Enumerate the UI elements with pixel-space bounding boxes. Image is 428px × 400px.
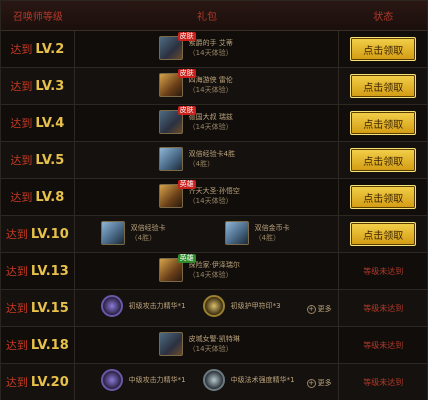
status-text: 等级未达到 xyxy=(363,266,404,276)
gift-cell: 中级攻击力精华*1 中级法术强度精华*1 + 更多 xyxy=(75,364,340,400)
table-header: 召唤师等级 礼包 状态 xyxy=(1,1,427,31)
skin-tag: 皮肤 xyxy=(177,32,196,41)
hero-tag: 英雄 xyxy=(177,180,196,189)
table-row: 达到 LV.2 皮肤 索爵的手 艾蒂 （14天体验） 点击领取 xyxy=(1,31,427,68)
table-row: 达到 LV.3 皮肤 四海游侠 雷伦 （14天体验） 点击领取 xyxy=(1,68,427,105)
gift-name: 双倍金币卡 xyxy=(254,224,290,232)
level-value: LV.5 xyxy=(35,152,65,168)
more-link[interactable]: + 更多 xyxy=(306,304,332,314)
skin-icon: 皮肤 xyxy=(158,32,196,60)
level-value: LV.10 xyxy=(30,226,69,242)
gift-cell: 双倍经验卡4胜 （4胜） xyxy=(75,142,340,178)
skin-tag: 皮肤 xyxy=(177,106,196,115)
table-row: 达到 LV.15 初级攻击力精华*1 初级护甲符印*3 + 更多 等级未达到 xyxy=(1,290,427,327)
gift-cell: 皮肤 索爵的手 艾蒂 （14天体验） xyxy=(75,31,340,67)
hero-icon: 英雄 xyxy=(158,180,196,208)
level-cell: 达到 LV.18 xyxy=(1,327,75,363)
skin-icon xyxy=(158,332,183,356)
gift-sub: （14天体验） xyxy=(188,49,233,57)
table-row: 达到 LV.18 皮城女警·凯特琳 （14天体验） 等级未达到 xyxy=(1,327,427,364)
gift-cell: 双倍经验卡 （4胜） 双倍金币卡 （4胜） xyxy=(75,216,340,252)
level-cell: 达到 LV.5 xyxy=(1,142,75,178)
level-reward-table: 召唤师等级 礼包 状态 达到 LV.2 皮肤 索爵的手 艾蒂 （14天体验） 点击领… xyxy=(0,0,428,400)
table-row: 达到 LV.4 皮肤 德国大叔 瑞兹 （14天体验） 点击领取 xyxy=(1,105,427,142)
level-value: LV.4 xyxy=(35,115,65,131)
gift-sub: （14天体验） xyxy=(188,197,233,205)
level-value: LV.3 xyxy=(35,78,65,94)
plus-icon: + xyxy=(306,304,316,314)
gift-name: 探险家·伊泽瑞尔 xyxy=(188,261,240,269)
plus-icon: + xyxy=(306,378,316,388)
skin-icon: 皮肤 xyxy=(158,69,196,97)
header-gift: 礼包 xyxy=(197,12,218,23)
level-cell: 达到 LV.3 xyxy=(1,68,75,104)
status-text: 等级未达到 xyxy=(363,377,404,387)
table-row: 达到 LV.13 英雄 探险家·伊泽瑞尔 （14天体验） 等级未达到 xyxy=(1,253,427,290)
claim-button[interactable]: 点击领取 xyxy=(350,148,417,172)
exp-card-icon xyxy=(100,221,125,245)
gift-name: 初级护甲符印*3 xyxy=(230,302,281,310)
claim-button[interactable]: 点击领取 xyxy=(350,111,417,135)
claim-button[interactable]: 点击领取 xyxy=(350,37,417,61)
table-row: 达到 LV.20 中级攻击力精华*1 中级法术强度精华*1 + 更多 等级未达到 xyxy=(1,364,427,400)
claim-button[interactable]: 点击领取 xyxy=(350,222,417,246)
status-text: 等级未达到 xyxy=(363,340,404,350)
table-row: 达到 LV.10 双倍经验卡 （4胜） 双倍金币卡 （4胜） 点击领取 xyxy=(1,216,427,253)
exp-card-icon xyxy=(158,147,183,171)
header-level: 召唤师等级 xyxy=(12,12,63,23)
level-cell: 达到 LV.2 xyxy=(1,31,75,67)
gift-cell: 初级攻击力精华*1 初级护甲符印*3 + 更多 xyxy=(75,290,340,326)
table-row: 达到 LV.5 双倍经验卡4胜 （4胜） 点击领取 xyxy=(1,142,427,179)
status-text: 等级未达到 xyxy=(363,303,404,313)
level-value: LV.13 xyxy=(30,263,69,279)
gift-sub: （4胜） xyxy=(188,160,215,168)
claim-button[interactable]: 点击领取 xyxy=(350,74,417,98)
hero-tag: 英雄 xyxy=(177,254,196,263)
level-value: LV.20 xyxy=(30,374,69,390)
gift-cell: 皮肤 德国大叔 瑞兹 （14天体验） xyxy=(75,105,340,141)
gift-cell: 英雄 探险家·伊泽瑞尔 （14天体验） xyxy=(75,253,340,289)
gift-sub: （4胜） xyxy=(254,234,281,242)
more-link[interactable]: + 更多 xyxy=(306,378,332,388)
gift-name: 中级法术强度精华*1 xyxy=(230,376,295,384)
gift-sub: （14天体验） xyxy=(188,271,233,279)
gift-name: 双倍经验卡4胜 xyxy=(188,150,236,158)
gift-name: 中级攻击力精华*1 xyxy=(128,376,186,384)
level-value: LV.8 xyxy=(35,189,65,205)
gift-name: 齐天大圣·孙悟空 xyxy=(188,187,240,195)
gift-name: 双倍经验卡 xyxy=(130,224,166,232)
rune-icon xyxy=(100,369,123,391)
gift-sub: （14天体验） xyxy=(188,123,233,131)
level-cell: 达到 LV.4 xyxy=(1,105,75,141)
rune-icon xyxy=(202,295,225,317)
gift-name: 初级攻击力精华*1 xyxy=(128,302,186,310)
gold-card-icon xyxy=(224,221,249,245)
claim-button[interactable]: 点击领取 xyxy=(350,185,417,209)
gift-cell: 英雄 齐天大圣·孙悟空 （14天体验） xyxy=(75,179,340,215)
level-cell: 达到 LV.13 xyxy=(1,253,75,289)
hero-icon: 英雄 xyxy=(158,254,196,282)
level-value: LV.15 xyxy=(30,300,69,316)
table-row: 达到 LV.8 英雄 齐天大圣·孙悟空 （14天体验） 点击领取 xyxy=(1,179,427,216)
level-cell: 达到 LV.20 xyxy=(1,364,75,400)
gift-sub: （14天体验） xyxy=(188,86,233,94)
level-cell: 达到 LV.15 xyxy=(1,290,75,326)
level-value: LV.18 xyxy=(30,337,69,353)
gift-sub: （4胜） xyxy=(130,234,157,242)
level-cell: 达到 LV.8 xyxy=(1,179,75,215)
gift-cell: 皮肤 四海游侠 雷伦 （14天体验） xyxy=(75,68,340,104)
rune-icon xyxy=(100,295,123,317)
skin-icon: 皮肤 xyxy=(158,106,196,134)
level-cell: 达到 LV.10 xyxy=(1,216,75,252)
gift-cell: 皮城女警·凯特琳 （14天体验） xyxy=(75,327,340,363)
gift-name: 皮城女警·凯特琳 xyxy=(188,335,240,343)
skin-tag: 皮肤 xyxy=(177,69,196,78)
level-value: LV.2 xyxy=(35,41,65,57)
gift-sub: （14天体验） xyxy=(188,345,233,353)
rune-icon xyxy=(202,369,225,391)
header-status: 状态 xyxy=(373,12,394,23)
